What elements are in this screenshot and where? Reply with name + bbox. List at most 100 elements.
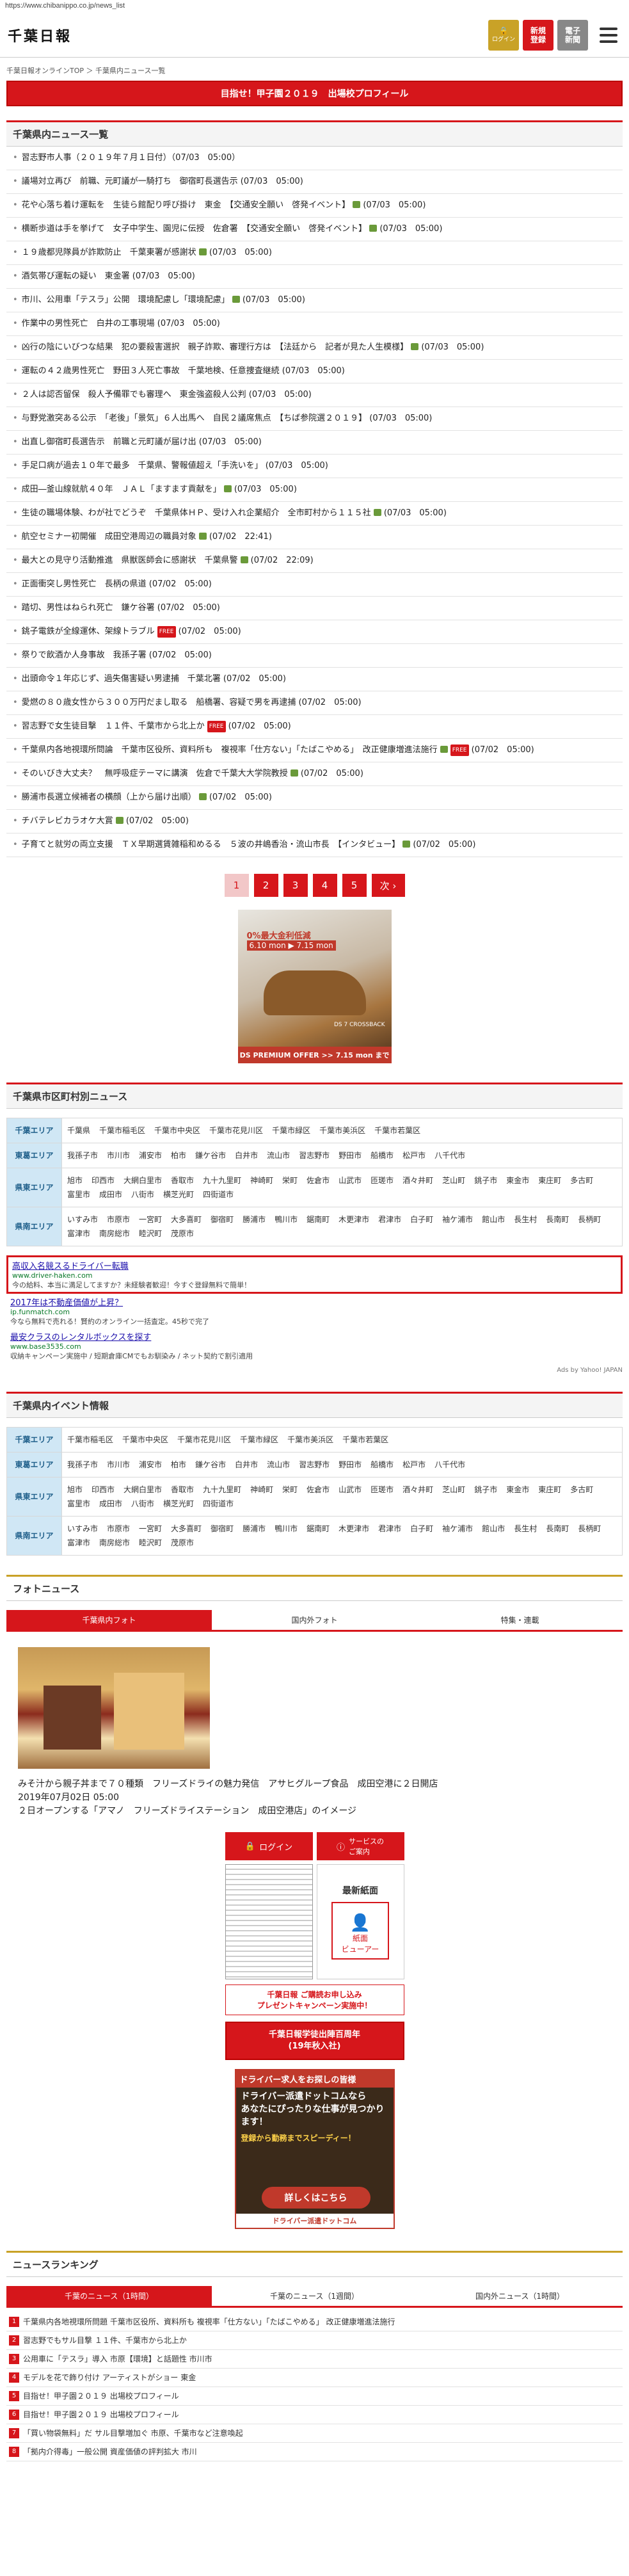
area-city-link[interactable]: 南房総市 [99, 1227, 130, 1241]
news-headline[interactable]: ２人は認否留保 殺人予備罪でも審理へ 東金強盗殺人公判 (07/03 05:00… [22, 390, 312, 399]
area-city-link[interactable]: 千葉市緑区 [272, 1123, 310, 1138]
area-city-link[interactable]: 成田市 [99, 1497, 122, 1511]
area-city-link[interactable]: 茂原市 [171, 1536, 194, 1550]
area-city-link[interactable]: 我孫子市 [67, 1458, 98, 1472]
ranking-item[interactable]: 2 習志野でもサル目撃 １１件、千葉市から北上か [6, 2331, 623, 2350]
area-city-link[interactable]: 鴨川市 [275, 1522, 298, 1536]
area-city-link[interactable]: 四街道市 [203, 1187, 234, 1202]
e-paper-button[interactable]: 電子 新聞 [557, 19, 588, 51]
news-item[interactable]: • 酒気帯び運転の疑い 東金署 (07/03 05:00) [6, 265, 623, 289]
area-city-link[interactable]: 東金市 [506, 1173, 529, 1187]
text-ad-title[interactable]: 高収入名競スるドライバー転職 [12, 1259, 617, 1271]
photo-tab[interactable]: 千葉県内フォト [6, 1610, 212, 1632]
ranking-item[interactable]: 6 目指せ！甲子園２０１９ 出場校プロフィール [6, 2406, 623, 2424]
news-headline[interactable]: 運転の４２歳男性死亡 野田３人死亡事故 千葉地検、任意捜査継続 (07/03 0… [22, 366, 345, 376]
news-item[interactable]: • 生徒の職場体験、わが社でどうぞ 千葉県体ＨＰ、受け入れ企業紹介 全市町村から１… [6, 502, 623, 526]
area-city-link[interactable]: 木更津市 [338, 1522, 369, 1536]
area-city-link[interactable]: 山武市 [338, 1173, 362, 1187]
news-headline[interactable]: 航空セミナー初開催 成田空港周辺の職員対象 [22, 532, 196, 542]
news-headline[interactable]: １９歳都児隊員が詐欺防止 千葉東署が感謝状 [22, 248, 196, 257]
news-headline[interactable]: 祭りで飲酒か人身事故 我孫子署 (07/02 05:00) [22, 650, 212, 660]
news-item[interactable]: • 愛燃の８０歳女性から３００万円だまし取る 船橋署、容疑で男を再逮捕 (07/0… [6, 691, 623, 715]
text-ad[interactable]: 高収入名競スるドライバー転職 www.driver-haken.com 今の給料、本… [6, 1255, 623, 1294]
news-item[interactable]: • 千葉県内各地視環所問論 千葉市区役所、資料所も 複視率「仕方ない」「たばこやめ… [6, 739, 623, 762]
ranking-item[interactable]: 4 モデルを花で飾り付け アーティストがショー 東金 [6, 2369, 623, 2387]
hamburger-icon[interactable] [596, 22, 621, 48]
latest-paper-image[interactable] [225, 1864, 313, 1979]
news-item[interactable]: • 銚子電鉄が全線運休、架線トラブル FREE (07/02 05:00) [6, 620, 623, 644]
news-headline[interactable]: チバテレビカラオケ大賞 [22, 816, 113, 826]
area-city-link[interactable]: 八千代市 [434, 1458, 465, 1472]
area-city-link[interactable]: 一宮町 [139, 1522, 162, 1536]
news-headline[interactable]: 横断歩道は手を挙げて 女子中学生、園児に伝授 佐倉署 【交通安全願い 啓発イベン… [22, 224, 367, 234]
area-city-link[interactable]: 成田市 [99, 1187, 122, 1202]
news-headline[interactable]: 凶行の陰にいびつな結果 犯の要殺害選択 親子詐欺、審理行方は 【法廷から 記者が… [22, 342, 409, 352]
area-city-link[interactable]: 千葉市若葉区 [342, 1433, 388, 1447]
area-city-link[interactable]: 大多喜町 [171, 1212, 202, 1227]
area-city-link[interactable]: 野田市 [338, 1458, 362, 1472]
area-city-link[interactable]: 浦安市 [139, 1148, 162, 1163]
area-city-link[interactable]: 睦沢町 [139, 1536, 162, 1550]
driver-job-ad[interactable]: ドライバー求人をお探しの皆様 ドライバー派遣ドットコムなら あなたにぴったりな仕… [234, 2069, 395, 2229]
area-city-link[interactable]: 横芝光町 [163, 1497, 194, 1511]
ranking-tab[interactable]: 国内外ニュース（1時間） [417, 2286, 623, 2308]
area-city-link[interactable]: 千葉県 [67, 1123, 90, 1138]
area-city-link[interactable]: 長生村 [514, 1212, 537, 1227]
area-city-link[interactable]: 御宿町 [211, 1522, 234, 1536]
area-city-link[interactable]: 四街道市 [203, 1497, 234, 1511]
news-headline[interactable]: そのいびき大丈夫？ 無呼吸症テーマに講演 佐倉で千葉大大学院教授 [22, 769, 288, 778]
login-button[interactable]: 🔒 ログイン [488, 19, 519, 51]
area-city-link[interactable]: 市原市 [107, 1522, 130, 1536]
area-city-link[interactable]: 栄町 [282, 1483, 298, 1497]
area-city-link[interactable]: 鋸南町 [307, 1522, 330, 1536]
area-city-link[interactable]: 銚子市 [474, 1483, 497, 1497]
news-item[interactable]: • 凶行の陰にいびつな結果 犯の要殺害選択 親子詐欺、審理行方は 【法廷から 記者… [6, 336, 623, 360]
news-headline[interactable]: 勝浦市長選立候補者の横顔（上から届け出順） [22, 793, 196, 802]
area-city-link[interactable]: 長柄町 [578, 1522, 601, 1536]
text-ad[interactable]: 最安クラスのレンタルボックスを探す www.base3535.com 収納キャンペー… [6, 1328, 623, 1363]
news-headline[interactable]: 市川、公用車「テスラ」公開 環境配慮し「環境配慮」 [22, 295, 230, 305]
area-city-link[interactable]: 九十九里町 [203, 1483, 241, 1497]
area-city-link[interactable]: 印西市 [92, 1173, 115, 1187]
photo-image[interactable] [18, 1647, 210, 1769]
area-city-link[interactable]: 白子町 [410, 1212, 433, 1227]
area-city-link[interactable]: 神崎町 [250, 1483, 273, 1497]
news-headline[interactable]: 出頭命令１年応じず、過失傷害疑い男逮捕 千葉北署 (07/02 05:00) [22, 674, 286, 684]
breadcrumb[interactable]: 千葉日報オンラインTOP ＞ 千葉県内ニュース一覧 [0, 58, 629, 81]
news-item[interactable]: • 航空セミナー初開催 成田空港周辺の職員対象 (07/02 22:41) [6, 526, 623, 549]
area-city-link[interactable]: 流山市 [267, 1148, 290, 1163]
ranking-item[interactable]: 7 「買い物袋無料」だ サル目撃増加ぐ 市原、千葉市など注意喚起 [6, 2424, 623, 2443]
news-item[interactable]: • 花や心落ち着け運転を 生徒ら館配り呼び掛け 東金 【交通安全願い 啓発イベント… [6, 194, 623, 218]
area-city-link[interactable]: 八街市 [131, 1187, 154, 1202]
news-item[interactable]: • 運転の４２歳男性死亡 野田３人死亡事故 千葉地検、任意捜査継続 (07/03 … [6, 360, 623, 383]
page-2-button[interactable]: 2 [253, 874, 278, 897]
area-city-link[interactable]: 睦沢町 [139, 1227, 162, 1241]
subscription-banner[interactable]: 千葉日報 ご購読お申し込み プレゼントキャンペーン実施中！ [225, 1984, 404, 2015]
area-city-link[interactable]: 習志野市 [299, 1148, 330, 1163]
area-city-link[interactable]: 市原市 [107, 1212, 130, 1227]
area-city-link[interactable]: 横芝光町 [163, 1187, 194, 1202]
area-city-link[interactable]: 柏市 [171, 1458, 186, 1472]
area-city-link[interactable]: 袖ケ浦市 [442, 1212, 473, 1227]
area-city-link[interactable]: 東庄町 [538, 1483, 561, 1497]
text-ad-title[interactable]: 最安クラスのレンタルボックスを探す [10, 1330, 619, 1342]
news-item[interactable]: • チバテレビカラオケ大賞 (07/02 05:00) [6, 810, 623, 833]
news-item[interactable]: • ２人は認否留保 殺人予備罪でも審理へ 東金強盗殺人公判 (07/03 05:0… [6, 383, 623, 407]
area-city-link[interactable]: 茂原市 [171, 1227, 194, 1241]
ranking-headline[interactable]: 「買い物袋無料」だ サル目撃増加ぐ 市原、千葉市など注意喚起 [23, 2428, 243, 2438]
news-item[interactable]: • 横断歩道は手を挙げて 女子中学生、園児に伝授 佐倉署 【交通安全願い 啓発イベ… [6, 218, 623, 241]
area-city-link[interactable]: 千葉市稲毛区 [99, 1123, 145, 1138]
area-city-link[interactable]: 旭市 [67, 1483, 83, 1497]
area-city-link[interactable]: 鎌ケ谷市 [195, 1148, 226, 1163]
area-city-link[interactable]: 酒々井町 [402, 1173, 433, 1187]
news-headline[interactable]: 習志野で女生徒目撃 １１件、千葉市から北上か [22, 721, 205, 731]
area-city-link[interactable]: 君津市 [378, 1212, 401, 1227]
ranking-item[interactable]: 1 千葉県内各地視環所問題 千葉市区役所、資料所も 複視率「仕方ない」「たばこやめ… [6, 2313, 623, 2331]
photo-tab[interactable]: 国内外フォト [212, 1610, 417, 1632]
register-button[interactable]: 新規 登録 [523, 19, 553, 51]
widget-service-button[interactable]: ⓘ サービスの ご案内 [316, 1832, 404, 1860]
yearbook-banner[interactable]: 千葉日報学徒出陣百周年 (19年秋入社) [225, 2022, 404, 2060]
area-city-link[interactable]: 多古町 [570, 1173, 593, 1187]
news-item[interactable]: • 与野党激突ある公示 「老後」「景気」６人出馬へ 自民２議席焦点 【ちば参院選２… [6, 407, 623, 431]
text-ad-title[interactable]: 2017年は不動産価値が上昇？ [10, 1296, 619, 1308]
